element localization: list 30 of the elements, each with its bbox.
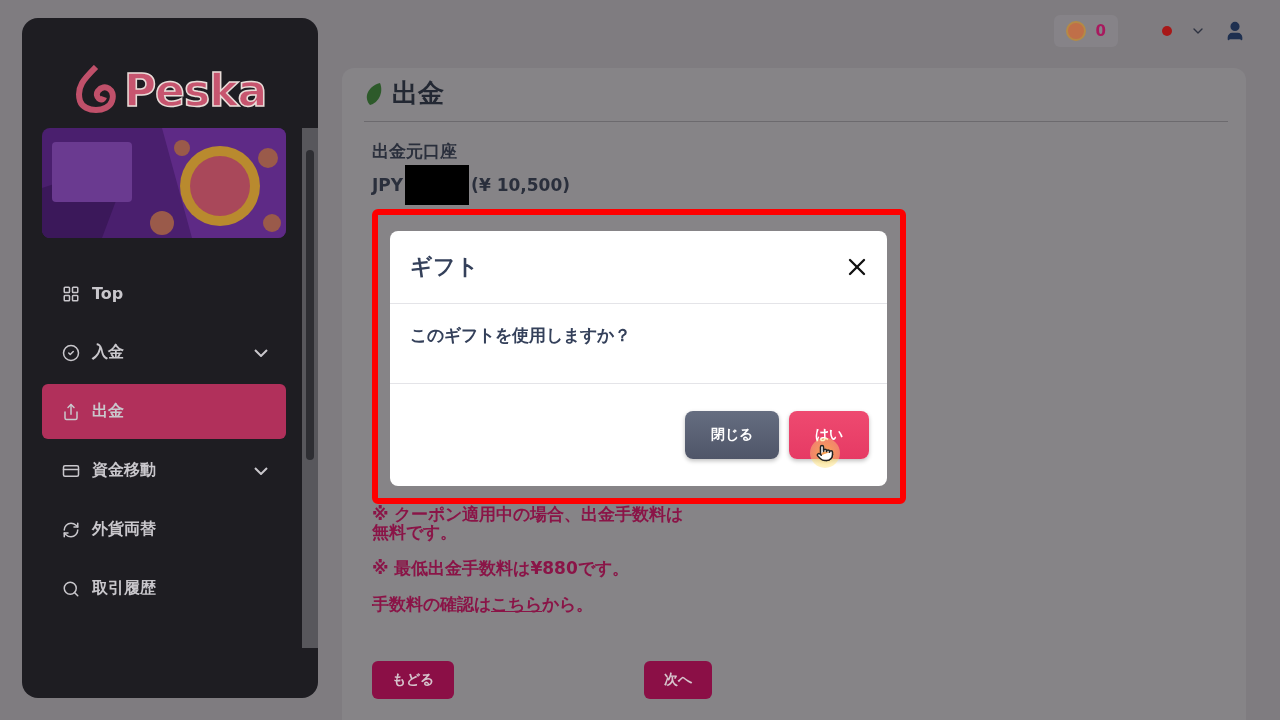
note-text: ※ 最低出金手数料は¥880です。 — [372, 559, 630, 577]
nav-item[interactable]: 出金 — [42, 384, 286, 439]
dialog-title: ギフト — [410, 253, 479, 281]
note-text: ※ クーポン適用中の場合、出金手数料は無料です。 — [372, 505, 685, 541]
nav-icon — [62, 402, 80, 421]
back-button[interactable]: もどる — [372, 661, 454, 699]
nav-item[interactable]: 外貨両替 — [42, 502, 286, 557]
fee-note: 手数料の確認はこちらから。 — [372, 595, 594, 613]
balance-text: (¥ 10,500) — [471, 175, 570, 195]
status-dot — [1162, 26, 1172, 36]
leaf-icon — [364, 80, 384, 107]
nav-item[interactable]: 取引履歴 — [42, 561, 286, 616]
page-title: 出金 — [392, 77, 444, 110]
nav-icon — [62, 343, 80, 362]
nav-icon — [62, 284, 80, 303]
nav-icon — [62, 579, 80, 598]
dialog-message: このギフトを使用しますか？ — [410, 325, 631, 345]
logo-text: Peska — [123, 64, 267, 116]
redaction-bar — [405, 165, 470, 205]
field-label: 出金元口座 — [372, 140, 458, 163]
confirm-button[interactable]: はい — [789, 411, 869, 459]
nav-item[interactable]: Top — [42, 266, 286, 321]
currency-text: JPY — [372, 175, 404, 195]
nav-icon — [62, 520, 80, 539]
scrollbar[interactable] — [302, 128, 318, 648]
coin-icon — [1065, 21, 1086, 41]
nav-item[interactable]: 入金 — [42, 325, 286, 380]
next-button[interactable]: 次へ — [644, 661, 712, 699]
nav-item[interactable]: 資金移動 — [42, 443, 286, 498]
close-button[interactable]: 閉じる — [685, 411, 779, 459]
